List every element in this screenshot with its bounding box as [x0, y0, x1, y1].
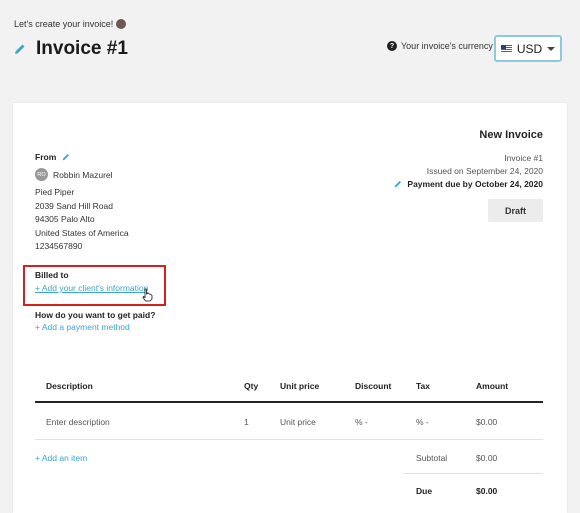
- address-line: 1234567890: [35, 241, 83, 251]
- payment-due[interactable]: Payment due by October 24, 2020: [394, 179, 543, 189]
- invoice-card: New Invoice Invoice #1 Issued on Septemb…: [13, 103, 567, 513]
- from-section-label: From: [35, 152, 70, 162]
- discount-input[interactable]: % -: [355, 417, 368, 427]
- hand-cursor-icon: [142, 288, 153, 302]
- face-emoji-icon: [116, 19, 127, 29]
- address-line: 94305 Palo Alto: [35, 214, 95, 224]
- billed-to-label: Billed to: [35, 270, 69, 280]
- subtotal-value: $0.00: [476, 453, 498, 463]
- tax-input[interactable]: % -: [416, 417, 429, 427]
- description-input[interactable]: Enter description: [46, 417, 110, 427]
- edit-from-pencil-icon[interactable]: [62, 153, 70, 161]
- sender: RO Robbin Mazurel: [35, 168, 113, 181]
- currency-hint-text: Your invoice's currency: [401, 41, 493, 51]
- table-header-divider: [35, 401, 543, 403]
- title-row: Invoice #1: [14, 38, 128, 60]
- col-header-discount: Discount: [355, 381, 392, 391]
- invoice-heading: New Invoice: [479, 129, 543, 141]
- edit-title-pencil-icon[interactable]: [14, 43, 26, 55]
- col-header-amount: Amount: [476, 381, 509, 391]
- draft-status-button[interactable]: Draft: [488, 199, 543, 222]
- col-header-description: Description: [46, 381, 93, 391]
- due-label: Due: [416, 486, 433, 496]
- col-header-tax: Tax: [416, 381, 431, 391]
- intro-line: Let's create your invoice!: [14, 19, 127, 29]
- payment-question: How do you want to get paid?: [35, 310, 156, 320]
- intro-text: Let's create your invoice!: [14, 19, 114, 29]
- avatar: RO: [35, 168, 48, 181]
- chevron-down-icon: [547, 46, 556, 51]
- col-header-unit-price: Unit price: [280, 381, 320, 391]
- subtotal-label: Subtotal: [416, 453, 448, 463]
- add-item-link[interactable]: + Add an item: [35, 453, 87, 463]
- col-header-qty: Qty: [244, 381, 259, 391]
- row-amount: $0.00: [476, 417, 498, 427]
- page-title: Invoice #1: [36, 38, 128, 59]
- from-label: From: [35, 152, 57, 162]
- payment-due-text: Payment due by October 24, 2020: [407, 179, 543, 189]
- sender-name: Robbin Mazurel: [53, 169, 113, 180]
- invoice-number: Invoice #1: [504, 153, 543, 163]
- help-question-icon[interactable]: ?: [387, 41, 397, 51]
- address-line: United States of America: [35, 228, 129, 238]
- subtotal-divider: [403, 473, 543, 474]
- due-value: $0.00: [476, 486, 498, 496]
- address-line: Pied Piper: [35, 187, 75, 197]
- currency-hint: ? Your invoice's currency: [387, 41, 493, 51]
- currency-value: USD: [516, 41, 543, 56]
- issued-date: Issued on September 24, 2020: [426, 166, 543, 176]
- qty-input[interactable]: 1: [244, 417, 249, 427]
- row-divider: [35, 439, 543, 440]
- add-payment-method-link[interactable]: + Add a payment method: [35, 322, 130, 332]
- unit-price-input[interactable]: Unit price: [280, 417, 316, 427]
- edit-due-pencil-icon[interactable]: [394, 180, 402, 188]
- us-flag-icon: [500, 44, 512, 53]
- add-client-link[interactable]: + Add your client's information: [35, 283, 148, 293]
- currency-select[interactable]: USD: [494, 35, 562, 62]
- address-line: 2039 Sand Hill Road: [35, 201, 113, 211]
